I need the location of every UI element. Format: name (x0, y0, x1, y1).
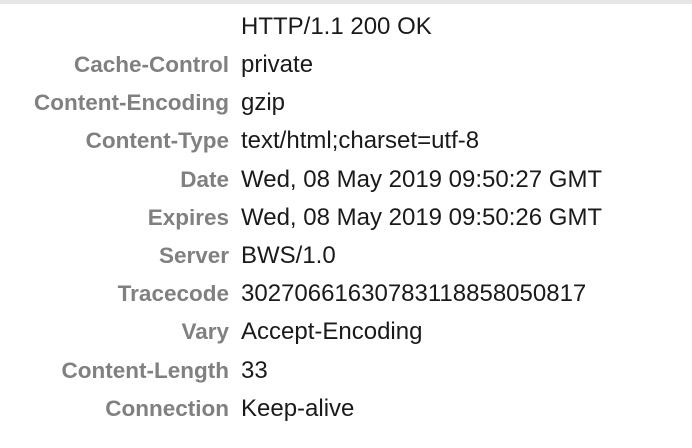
header-name: Connection (105, 395, 229, 421)
header-row-cache-control: Cache-Control private (0, 46, 692, 84)
header-row-content-type: Content-Type text/html;charset=utf-8 (0, 122, 692, 160)
header-name: Content-Length (61, 357, 229, 383)
header-name: Server (158, 242, 229, 268)
header-value: 30270661630783118858050817 (241, 280, 587, 308)
header-value: text/html;charset=utf-8 (241, 127, 480, 155)
header-row-expires: Expires Wed, 08 May 2019 09:50:26 GMT (0, 199, 692, 237)
header-name: Vary (181, 319, 229, 345)
header-list: Cache-Control private Content-Encoding g… (0, 46, 692, 428)
header-name: Cache-Control (73, 52, 229, 77)
header-value: 33 (241, 356, 268, 384)
header-value: Wed, 08 May 2019 09:50:27 GMT (241, 165, 603, 193)
header-row-date: Date Wed, 08 May 2019 09:50:27 GMT (0, 161, 692, 199)
header-value: private (241, 51, 314, 78)
header-value: Accept-Encoding (241, 318, 423, 346)
header-name: Content-Type (85, 128, 229, 154)
header-value: BWS/1.0 (241, 241, 336, 269)
header-row-tracecode: Tracecode 30270661630783118858050817 (0, 275, 692, 313)
header-value: gzip (241, 89, 286, 117)
panel-top-border (0, 0, 692, 4)
header-row-connection: Connection Keep-alive (0, 390, 692, 428)
header-name: Tracecode (117, 281, 229, 307)
header-value: Keep-alive (241, 394, 355, 422)
header-value: Wed, 08 May 2019 09:50:26 GMT (241, 203, 603, 231)
header-name: Expires (147, 204, 229, 230)
header-row-content-length: Content-Length 33 (0, 352, 692, 390)
header-row-content-encoding: Content-Encoding gzip (0, 84, 692, 122)
header-name: Date (180, 166, 229, 192)
header-row-vary: Vary Accept-Encoding (0, 313, 692, 351)
header-row-server: Server BWS/1.0 (0, 237, 692, 275)
header-name: Content-Encoding (34, 90, 229, 116)
status-line: HTTP/1.1 200 OK (241, 13, 432, 40)
